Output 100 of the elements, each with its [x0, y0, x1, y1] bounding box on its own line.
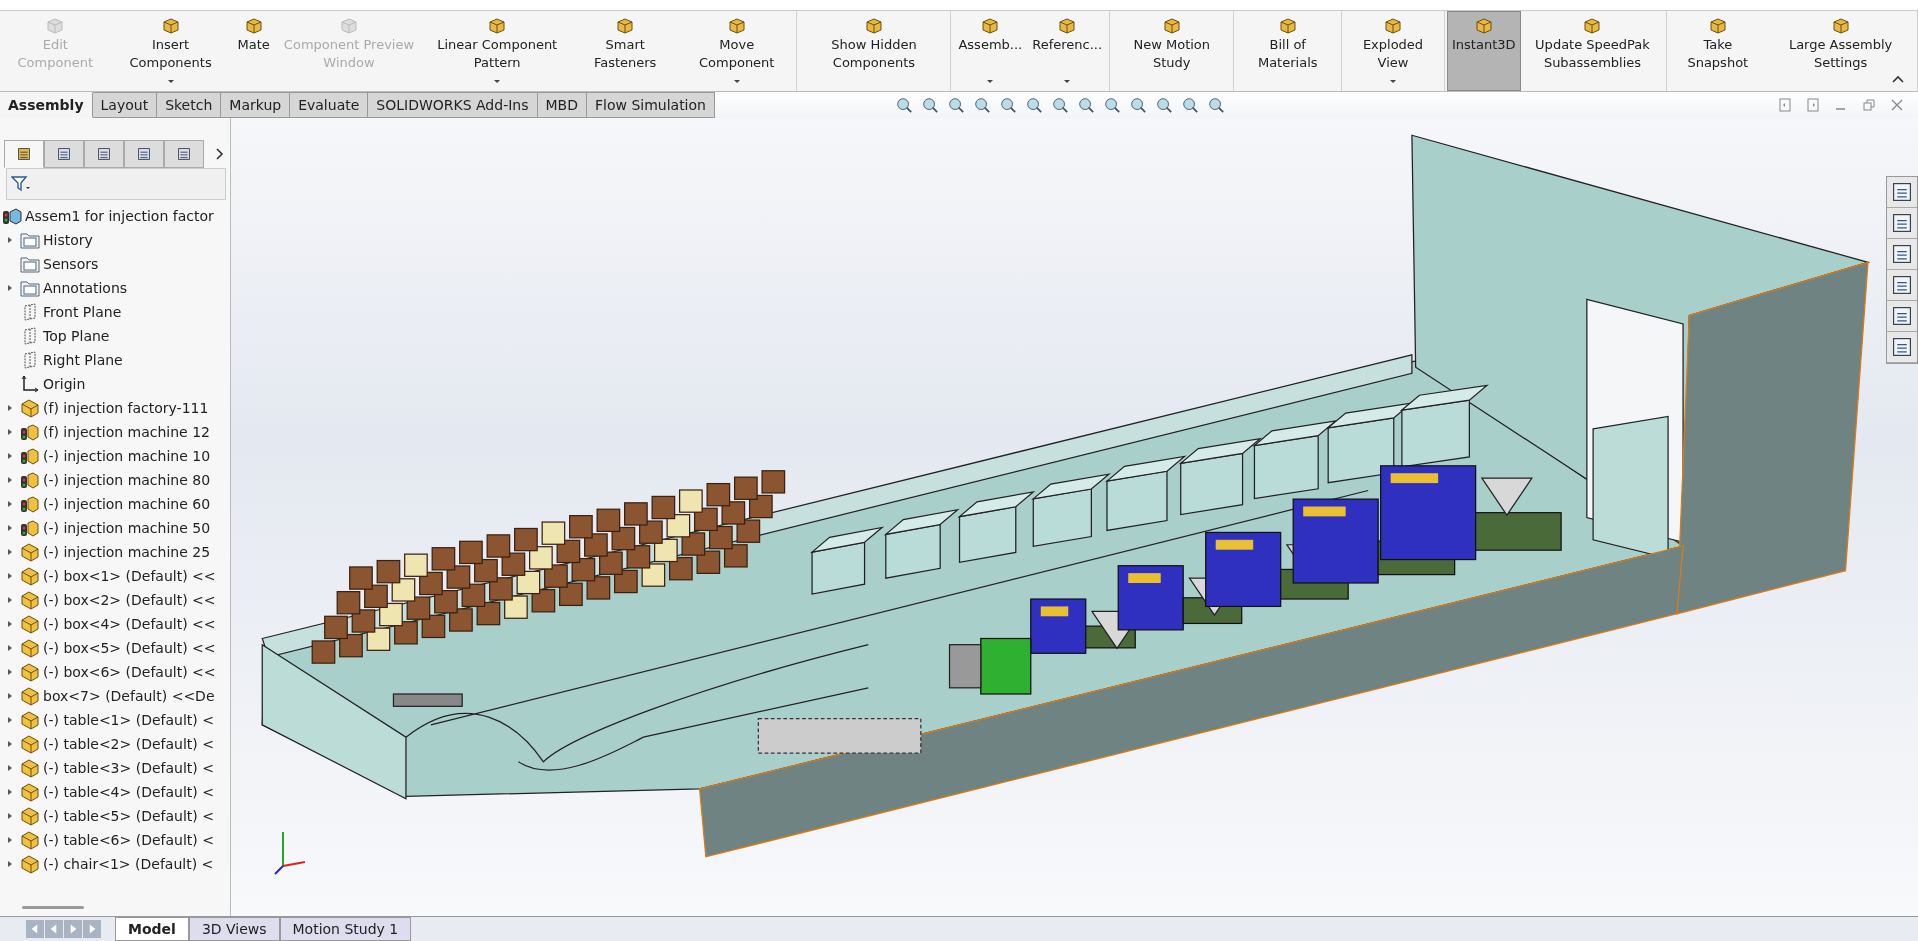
view-tool-icon[interactable]: [1128, 96, 1147, 114]
expand-arrow-icon[interactable]: [7, 428, 13, 436]
expand-arrow-icon[interactable]: [7, 404, 13, 412]
ribbon-tab[interactable]: MBD: [537, 92, 587, 118]
tree-item[interactable]: (f) injection factory-111: [43, 400, 209, 416]
ribbon-command-button[interactable]: New Motion Study: [1112, 11, 1232, 91]
ribbon-tab[interactable]: Layout: [92, 92, 158, 118]
panel-tab[interactable]: [44, 140, 84, 168]
view-tool-icon[interactable]: [1180, 96, 1199, 114]
tree-item[interactable]: (-) table<4> (Default) <: [43, 784, 214, 800]
expand-arrow-icon[interactable]: [7, 668, 13, 676]
tree-item[interactable]: Right Plane: [43, 352, 123, 368]
tree-item[interactable]: (-) box<1> (Default) <<: [43, 568, 216, 584]
tree-item[interactable]: (-) chair<1> (Default) <: [43, 856, 214, 872]
tree-item[interactable]: Origin: [43, 376, 86, 392]
expand-arrow-icon[interactable]: [7, 476, 13, 484]
expand-arrow-icon[interactable]: [7, 788, 13, 796]
ribbon-tab[interactable]: Sketch: [157, 92, 222, 118]
tree-item[interactable]: (-) box<6> (Default) <<: [43, 664, 216, 680]
tree-item[interactable]: History: [43, 232, 93, 248]
expand-arrow-icon[interactable]: [7, 236, 13, 244]
ribbon-command-button[interactable]: Mate: [232, 11, 275, 91]
view-tab[interactable]: 3D Views: [188, 917, 280, 941]
tree-item[interactable]: Top Plane: [43, 328, 110, 344]
tile-left-icon[interactable]: [1778, 98, 1792, 112]
tile-right-icon[interactable]: [1806, 98, 1820, 112]
ribbon-tab[interactable]: Markup: [221, 92, 291, 118]
expand-arrow-icon[interactable]: [7, 740, 13, 748]
tree-item[interactable]: (-) injection machine 10: [43, 448, 211, 464]
panel-tab[interactable]: [84, 140, 124, 168]
scroll-thumb[interactable]: [22, 905, 84, 909]
ribbon-command-button[interactable]: Exploded View: [1344, 11, 1442, 91]
view-tab[interactable]: Model: [115, 917, 189, 941]
tree-item[interactable]: (f) injection machine 12: [43, 424, 210, 440]
ribbon-tab[interactable]: Assembly: [0, 92, 93, 118]
tree-item[interactable]: (-) box<5> (Default) <<: [43, 640, 216, 656]
ribbon-command-button[interactable]: Large Assembly Settings: [1766, 11, 1915, 91]
expand-arrow-icon[interactable]: [7, 500, 13, 508]
view-tool-icon[interactable]: [998, 96, 1017, 114]
tree-item[interactable]: (-) table<5> (Default) <: [43, 808, 214, 824]
view-tab[interactable]: Motion Study 1: [279, 917, 412, 941]
ribbon-command-button[interactable]: Take Snapshot: [1669, 11, 1767, 91]
tree-item[interactable]: box<7> (Default) <<De: [43, 688, 215, 704]
ribbon-command-button[interactable]: Bill of Materials: [1236, 11, 1339, 91]
tree-item[interactable]: Front Plane: [43, 304, 122, 320]
view-tool-icon[interactable]: [1076, 96, 1095, 114]
expand-arrow-icon[interactable]: [7, 716, 13, 724]
tree-item[interactable]: (-) table<3> (Default) <: [43, 760, 214, 776]
view-tool-icon[interactable]: [1024, 96, 1043, 114]
expand-arrow-icon[interactable]: [7, 644, 13, 652]
collapse-icon[interactable]: [1892, 75, 1904, 83]
view-tool-icon[interactable]: [972, 96, 991, 114]
panel-tab[interactable]: [164, 140, 204, 168]
view-tool-icon[interactable]: [1154, 96, 1173, 114]
view-tool-icon[interactable]: [894, 96, 913, 114]
expand-arrow-icon[interactable]: [7, 548, 13, 556]
tree-item[interactable]: (-) injection machine 60: [43, 496, 211, 512]
panel-tab[interactable]: [4, 140, 44, 168]
ribbon-tab[interactable]: SOLIDWORKS Add-Ins: [368, 92, 538, 118]
panel-tab[interactable]: [124, 140, 164, 168]
tree-item[interactable]: (-) box<4> (Default) <<: [43, 616, 216, 632]
expand-arrow-icon[interactable]: [7, 860, 13, 868]
expand-arrow-icon[interactable]: [7, 620, 13, 628]
ribbon-command-button[interactable]: Show Hidden Components: [799, 11, 949, 91]
chevron-right-icon[interactable]: [214, 147, 224, 161]
ribbon-command-button[interactable]: Insert Components: [108, 11, 233, 91]
ribbon-command-button[interactable]: Update SpeedPak Subassemblies: [1520, 11, 1665, 91]
tree-item[interactable]: Annotations: [43, 280, 128, 296]
ribbon-command-button[interactable]: Assemb...: [953, 11, 1028, 91]
tree-item[interactable]: (-) table<6> (Default) <: [43, 832, 214, 848]
tree-item[interactable]: (-) table<1> (Default) <: [43, 712, 214, 728]
tree-item[interactable]: (-) table<2> (Default) <: [43, 736, 214, 752]
expand-arrow-icon[interactable]: [7, 572, 13, 580]
tree-item[interactable]: (-) box<2> (Default) <<: [43, 592, 216, 608]
expand-arrow-icon[interactable]: [7, 452, 13, 460]
expand-arrow-icon[interactable]: [7, 812, 13, 820]
expand-arrow-icon[interactable]: [7, 596, 13, 604]
view-tool-icon[interactable]: [1102, 96, 1121, 114]
expand-arrow-icon[interactable]: [7, 524, 13, 532]
view-tool-icon[interactable]: [920, 96, 939, 114]
expand-arrow-icon[interactable]: [7, 284, 13, 292]
tree-item[interactable]: Sensors: [43, 256, 99, 272]
view-tool-icon[interactable]: [1050, 96, 1069, 114]
filter-icon[interactable]: [11, 176, 31, 192]
view-tool-icon[interactable]: [1206, 96, 1225, 114]
expand-arrow-icon[interactable]: [7, 764, 13, 772]
expand-arrow-icon[interactable]: [7, 692, 13, 700]
ribbon-tab[interactable]: Evaluate: [290, 92, 369, 118]
ribbon-command-button[interactable]: Referenc...: [1027, 11, 1108, 91]
ribbon-command-button[interactable]: Instant3D: [1447, 11, 1521, 91]
tree-item[interactable]: (-) injection machine 80: [43, 472, 211, 488]
view-tool-icon[interactable]: [946, 96, 965, 114]
ribbon-command-button[interactable]: Move Component: [679, 11, 795, 91]
ribbon-command-button[interactable]: Smart Fasteners: [571, 11, 679, 91]
ribbon-tab[interactable]: Flow Simulation: [586, 92, 715, 118]
ribbon-command-button[interactable]: Linear Component Pattern: [423, 11, 572, 91]
tree-item[interactable]: (-) injection machine 50: [43, 520, 211, 536]
tree-item[interactable]: Assem1 for injection factor: [25, 208, 214, 224]
close-icon[interactable]: [1890, 98, 1904, 112]
expand-arrow-icon[interactable]: [7, 836, 13, 844]
